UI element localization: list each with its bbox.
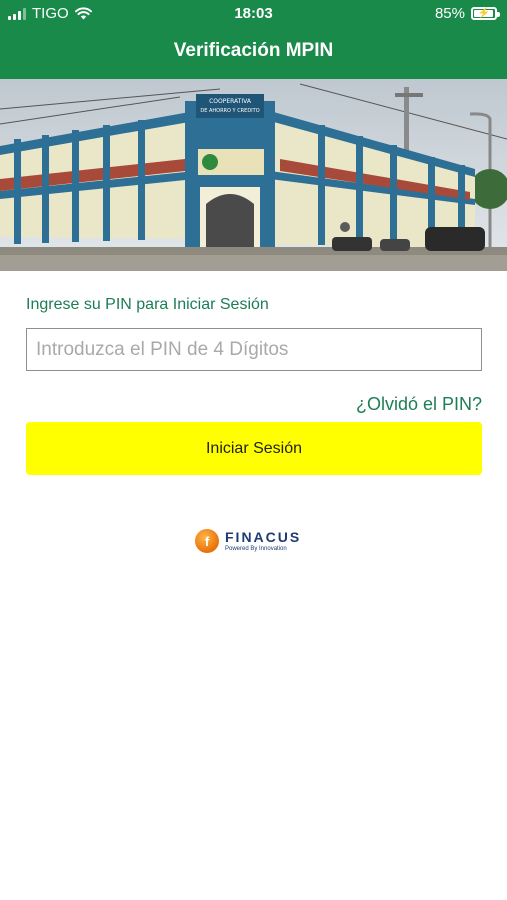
battery-charging-icon: ⚡	[471, 7, 500, 20]
app-header: TIGO 18:03 85% ⚡ Verificación MPIN	[0, 0, 507, 79]
battery-percent: 85%	[434, 5, 465, 22]
finacus-logo: f FINACUS Powered By Innovation	[195, 529, 301, 553]
building-illustration: COOPERATIVA DE AHORRO Y CREDITO	[0, 79, 507, 271]
status-right: 85% ⚡	[434, 5, 500, 22]
logo-tagline: Powered By Innovation	[225, 546, 287, 552]
logo-brand: FINACUS	[225, 529, 302, 545]
pin-input[interactable]	[26, 328, 482, 371]
page-title: Verificación MPIN	[173, 40, 334, 61]
forgot-pin-link[interactable]: ¿Olvidó el PIN?	[356, 394, 482, 415]
login-button[interactable]: Iniciar Sesión	[26, 422, 482, 475]
building-sign: COOPERATIVA	[209, 98, 252, 105]
status-time: 18:03	[234, 5, 273, 22]
svg-text:DE AHORRO Y CREDITO: DE AHORRO Y CREDITO	[200, 108, 259, 114]
pin-prompt-label: Ingrese su PIN para Iniciar Sesión	[26, 296, 269, 313]
branch-building-photo: COOPERATIVA DE AHORRO Y CREDITO	[0, 79, 507, 271]
finacus-logo-icon: f	[195, 529, 219, 553]
status-bar: TIGO 18:03 85% ⚡	[0, 0, 507, 28]
